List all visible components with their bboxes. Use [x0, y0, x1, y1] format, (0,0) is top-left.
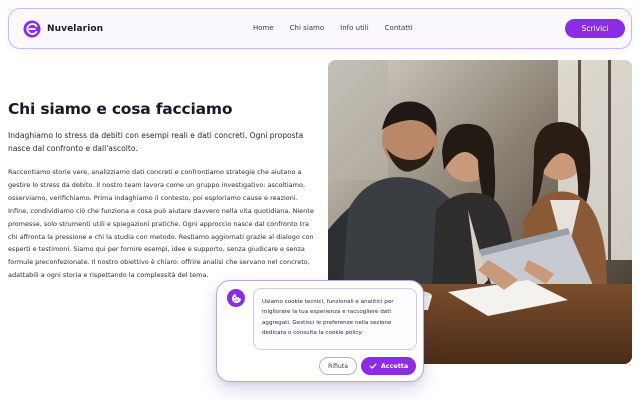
main-nav: Home Chi siamo Info utili Contatti	[253, 24, 413, 32]
nav-link-info-utili[interactable]: Info utili	[340, 24, 369, 32]
cookie-glyph	[231, 293, 241, 303]
check-icon	[369, 363, 377, 369]
cookie-consent-banner: Usiamo cookie tecnici, funzionali e anal…	[216, 280, 424, 382]
write-us-button[interactable]: Scrivici	[565, 19, 625, 38]
brand-logo-icon	[23, 20, 41, 38]
nav-link-contatti[interactable]: Contatti	[385, 24, 413, 32]
nav-link-home[interactable]: Home	[253, 24, 274, 32]
cookie-icon	[227, 289, 245, 307]
page-lead: Indaghiamo lo stress da debiti con esemp…	[8, 131, 304, 153]
brand-name: Nuvelarion	[47, 24, 104, 34]
page-title: Chi siamo e cosa facciamo	[8, 100, 233, 118]
accept-cookies-label: Accetta	[380, 362, 409, 370]
reject-cookies-button[interactable]: Rifiuta	[319, 357, 357, 375]
brand[interactable]: Nuvelarion	[23, 20, 103, 38]
nav-link-chi-siamo[interactable]: Chi siamo	[290, 24, 324, 32]
cookie-message: Usiamo cookie tecnici, funzionali e anal…	[253, 288, 417, 350]
top-navbar: Nuvelarion Home Chi siamo Info utili Con…	[8, 8, 632, 49]
accept-cookies-button[interactable]: Accetta	[361, 357, 416, 375]
page-body: Raccontiamo storie vere, analizziamo dat…	[8, 168, 314, 280]
